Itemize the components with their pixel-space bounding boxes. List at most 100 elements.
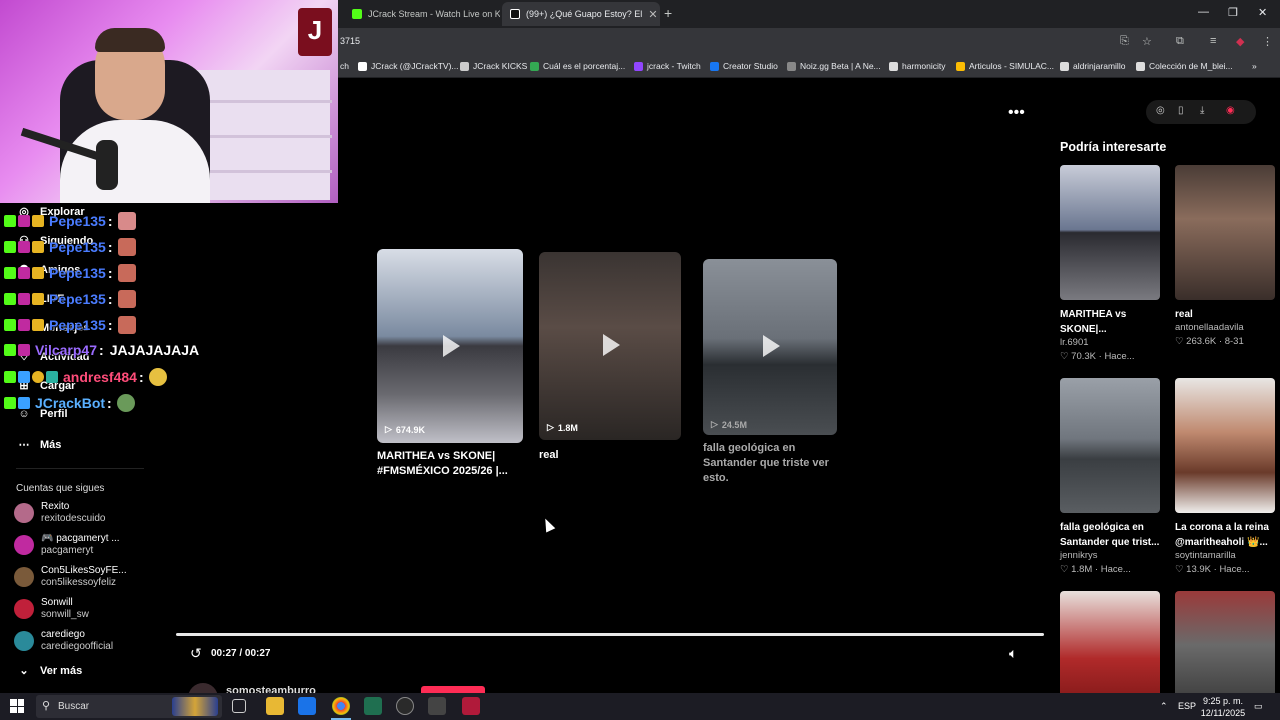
- video-thumbnail: ▷ 1.8M: [539, 252, 681, 440]
- minimize-button[interactable]: —: [1198, 6, 1209, 18]
- obs-icon[interactable]: [396, 697, 414, 715]
- video-stats: ♡ 1.8M · Hace...: [1060, 564, 1131, 575]
- windows-taskbar: ⚲ Buscar ⌃ ESP 9:25 p. m. 12/11/2025 ▭: [0, 693, 1280, 720]
- close-icon[interactable]: ✕: [648, 8, 657, 21]
- app-icon[interactable]: [462, 697, 480, 715]
- phone-icon[interactable]: ▯: [1178, 105, 1184, 116]
- bookmark[interactable]: JCrack (@JCrackTV)...: [358, 61, 459, 71]
- sub-badge-icon: [18, 293, 30, 305]
- video-author: jennikrys: [1060, 550, 1098, 561]
- target-icon[interactable]: ◎: [1156, 105, 1165, 116]
- avatar[interactable]: [188, 683, 218, 693]
- bookmark[interactable]: aldrinjaramillo: [1060, 61, 1125, 71]
- bookmark[interactable]: ch: [340, 61, 349, 71]
- following-item[interactable]: Con5LikesSoyFE... con5likessoyfeliz: [14, 565, 127, 589]
- play-icon[interactable]: [443, 335, 460, 357]
- windows-start-icon[interactable]: [10, 699, 24, 713]
- system-clock[interactable]: 9:25 p. m. 12/11/2025: [1198, 695, 1248, 719]
- bookmark[interactable]: harmonicity: [889, 61, 945, 71]
- bookmark[interactable]: Creator Studio: [710, 61, 778, 71]
- tiktok-profile-icon[interactable]: ◉: [1226, 105, 1235, 116]
- emote-icon: [117, 290, 136, 308]
- gift-badge-icon: [46, 371, 58, 383]
- video-title[interactable]: MARITHEA vs SKONE| #FMSMÉXICO 2025/26 |.…: [377, 449, 523, 479]
- crown-icon: [32, 319, 44, 331]
- install-icon[interactable]: ⎘: [1120, 35, 1129, 48]
- see-more-button[interactable]: ⌄ Ver más: [18, 664, 82, 678]
- video-author: soytintamarilla: [1175, 550, 1236, 561]
- heart-icon: ♡: [1060, 351, 1072, 362]
- bookmark[interactable]: Cuál es el porcentaj...: [530, 61, 625, 71]
- outlook-icon[interactable]: [298, 697, 316, 715]
- crown-icon: [32, 215, 44, 227]
- bookmark[interactable]: Articulos - SIMULAC...: [956, 61, 1054, 71]
- following-item[interactable]: 🎮 pacgameryt ... pacgameryt: [14, 533, 120, 557]
- menu-lines-icon[interactable]: ≡: [1210, 35, 1216, 47]
- drive-icon: [956, 61, 965, 71]
- chrome-icon[interactable]: [332, 697, 350, 715]
- app-icon[interactable]: [428, 697, 446, 715]
- extensions-icon[interactable]: ⧉: [1176, 35, 1184, 48]
- video-progress-bar[interactable]: [176, 633, 1044, 636]
- suggested-video[interactable]: [1175, 591, 1275, 693]
- address-bar[interactable]: 3715: [340, 36, 360, 46]
- nav-mas[interactable]: ⋯ Más: [18, 438, 62, 452]
- volume-icon[interactable]: 🔈︎: [1009, 645, 1017, 662]
- profile-icon[interactable]: ◆: [1236, 35, 1244, 48]
- video-title[interactable]: real: [539, 448, 681, 463]
- chat-message: andresf484:: [4, 368, 167, 386]
- author-name[interactable]: somosteamburro: [226, 685, 316, 693]
- streamer-webcam: J: [0, 0, 338, 203]
- restore-button[interactable]: ❐: [1228, 6, 1238, 19]
- video-title[interactable]: falla geológica en Santander que triste …: [703, 441, 843, 486]
- star-icon[interactable]: ☆: [1142, 35, 1152, 48]
- x-icon: [358, 61, 367, 71]
- twitch-icon: [634, 61, 643, 71]
- tray-chevron-icon[interactable]: ⌃: [1160, 701, 1168, 712]
- video-author: antonellaadavila: [1175, 322, 1244, 333]
- bookmark[interactable]: Colección de M_blei...: [1136, 61, 1233, 71]
- task-view-icon[interactable]: [232, 699, 246, 713]
- gem-badge-icon: [18, 371, 30, 383]
- following-item[interactable]: carediego carediegoofficial: [14, 629, 113, 653]
- file-explorer-icon[interactable]: [266, 697, 284, 715]
- more-options-icon[interactable]: •••: [1008, 104, 1025, 122]
- chat-message: Vilcarp47: JAJAJAJAJA: [4, 342, 199, 358]
- notification-icon[interactable]: ▭: [1254, 701, 1263, 712]
- emote-icon: [117, 264, 136, 282]
- following-item[interactable]: Rexito rexitodescuido: [14, 501, 105, 525]
- bookmark[interactable]: JCrack KICKS: [460, 61, 527, 71]
- taskbar-search[interactable]: ⚲ Buscar: [36, 695, 222, 718]
- more-bookmarks-icon[interactable]: »: [1252, 61, 1257, 71]
- video-thumbnail: [1175, 165, 1275, 300]
- chat-message: Pepe135:: [4, 316, 136, 334]
- tab-jcrack-stream[interactable]: JCrack Stream - Watch Live on K: [344, 2, 500, 26]
- new-tab-button[interactable]: +: [664, 5, 672, 21]
- close-window-button[interactable]: ✕: [1258, 6, 1267, 19]
- heart-icon: ♡: [1060, 564, 1072, 575]
- download-icon[interactable]: ⤓: [1200, 105, 1204, 116]
- video-author: lr.6901: [1060, 337, 1089, 348]
- kick-badge-icon: [4, 293, 16, 305]
- kick-icon: [352, 9, 362, 19]
- replay-icon[interactable]: ↺: [190, 645, 202, 662]
- one-badge-icon: [32, 371, 44, 383]
- suggested-video[interactable]: [1060, 591, 1160, 693]
- heart-icon: ♡: [1175, 564, 1187, 575]
- page-icon: [1136, 61, 1145, 71]
- excel-icon[interactable]: [364, 697, 382, 715]
- tab-tiktok[interactable]: (99+) ¿Qué Guapo Estoy? El ✕: [502, 2, 660, 26]
- play-icon[interactable]: [603, 334, 620, 356]
- divider: [16, 468, 144, 469]
- bookmark[interactable]: Noiz.gg Beta | A Ne...: [787, 61, 881, 71]
- play-icon[interactable]: [763, 335, 780, 357]
- bookmark[interactable]: jcrack - Twitch: [634, 61, 701, 71]
- kebab-icon[interactable]: ⋮: [1262, 35, 1273, 48]
- play-small-icon: ▷: [385, 424, 392, 434]
- video-stats: ♡ 263.6K · 8-31: [1175, 336, 1244, 347]
- language-indicator[interactable]: ESP: [1178, 701, 1196, 711]
- follow-button[interactable]: [421, 686, 485, 693]
- following-item[interactable]: Sonwill sonwill_sw: [14, 597, 89, 621]
- play-small-icon: ▷: [547, 422, 554, 432]
- tab-label: (99+) ¿Qué Guapo Estoy? El: [526, 9, 643, 19]
